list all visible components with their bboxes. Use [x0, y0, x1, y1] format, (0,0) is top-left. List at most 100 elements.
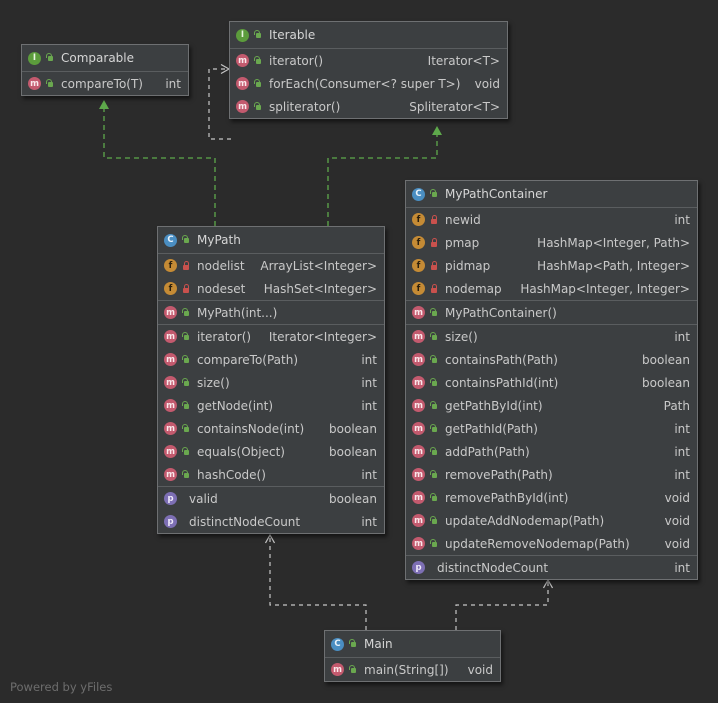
public-visibility-icon — [253, 55, 263, 66]
class-node-mypath[interactable]: C MyPath f nodelist ArrayList<Integer> f nodes… — [157, 226, 385, 534]
method-icon: m — [412, 537, 425, 550]
method-row[interactable]: m compareTo(T) int — [22, 72, 188, 95]
method-icon: m — [164, 445, 177, 458]
method-row[interactable]: m getNode(int) int — [158, 394, 384, 417]
field-row[interactable]: f newid int — [406, 208, 697, 231]
member-name: MyPathContainer() — [445, 305, 557, 320]
edge-main-depends-mypath — [270, 535, 367, 630]
field-row[interactable]: f nodemap HashMap<Integer, Integer> — [406, 277, 697, 300]
public-visibility-icon — [253, 30, 263, 40]
method-row[interactable]: m getPathId(Path) int — [406, 417, 697, 440]
class-node-iterable[interactable]: I Iterable m iterator() Iterator<T> m forEach(… — [229, 21, 508, 119]
private-lock-icon — [429, 260, 439, 271]
method-row[interactable]: m removePathById(int) void — [406, 486, 697, 509]
property-icon: p — [412, 561, 425, 574]
method-icon: m — [164, 468, 177, 481]
interface-icon: I — [236, 28, 249, 42]
method-row[interactable]: m getPathById(int) Path — [406, 394, 697, 417]
method-row[interactable]: m compareTo(Path) int — [158, 348, 384, 371]
method-row[interactable]: m updateRemoveNodemap(Path) void — [406, 532, 697, 555]
method-row[interactable]: m forEach(Consumer<? super T>) void — [230, 72, 507, 95]
edge-main-depends-mypathcontainer — [455, 580, 548, 630]
member-name: nodelist — [197, 258, 245, 273]
method-row[interactable]: m MyPathContainer() — [406, 301, 697, 324]
method-row[interactable]: m MyPath(int...) — [158, 301, 384, 324]
public-visibility-icon — [429, 515, 439, 526]
class-node-comparable[interactable]: I Comparable m compareTo(T) int — [21, 44, 189, 96]
public-visibility-icon — [181, 446, 191, 457]
member-type: int — [674, 560, 690, 575]
field-icon: f — [412, 236, 425, 249]
method-row[interactable]: m hashCode() int — [158, 463, 384, 486]
method-icon: m — [412, 491, 425, 504]
field-row[interactable]: f pmap HashMap<Integer, Path> — [406, 231, 697, 254]
class-header: I Iterable — [230, 22, 507, 49]
method-row[interactable]: m containsPathId(int) boolean — [406, 371, 697, 394]
member-section: m compareTo(T) int — [22, 72, 188, 95]
public-visibility-icon — [181, 331, 191, 342]
member-type: Spliterator<T> — [409, 99, 500, 114]
method-row[interactable]: m containsNode(int) boolean — [158, 417, 384, 440]
member-name: iterator() — [269, 53, 324, 68]
member-section: p valid boolean p distinctNodeCount int — [158, 487, 384, 533]
private-lock-icon — [429, 214, 439, 225]
public-visibility-icon — [429, 331, 439, 342]
class-icon: C — [412, 187, 425, 201]
private-lock-icon — [429, 283, 439, 294]
member-name: nodemap — [445, 281, 502, 296]
method-row[interactable]: m size() int — [406, 325, 697, 348]
private-lock-icon — [181, 283, 191, 294]
public-visibility-icon — [253, 101, 263, 112]
member-name: valid — [189, 491, 218, 506]
public-visibility-icon — [253, 78, 263, 89]
member-name: addPath(Path) — [445, 444, 530, 459]
member-type: int — [674, 467, 690, 482]
method-row[interactable]: m updateAddNodemap(Path) void — [406, 509, 697, 532]
member-type: int — [674, 329, 690, 344]
member-type: void — [474, 76, 500, 91]
property-row[interactable]: p distinctNodeCount int — [158, 510, 384, 533]
member-name: removePathById(int) — [445, 490, 569, 505]
method-row[interactable]: m removePath(Path) int — [406, 463, 697, 486]
class-node-main[interactable]: C Main m main(String[]) void — [324, 630, 501, 682]
public-visibility-icon — [181, 377, 191, 388]
member-type: Iterator<T> — [427, 53, 500, 68]
method-icon: m — [164, 376, 177, 389]
member-name: equals(Object) — [197, 444, 285, 459]
method-row[interactable]: m iterator() Iterator<Integer> — [158, 325, 384, 348]
class-header: C MyPathContainer — [406, 181, 697, 208]
public-visibility-icon — [429, 423, 439, 434]
property-icon: p — [164, 515, 177, 528]
property-row[interactable]: p valid boolean — [158, 487, 384, 510]
method-row[interactable]: m spliterator() Spliterator<T> — [230, 95, 507, 118]
field-row[interactable]: f pidmap HashMap<Path, Integer> — [406, 254, 697, 277]
method-icon: m — [28, 77, 41, 90]
method-row[interactable]: m main(String[]) void — [325, 658, 500, 681]
class-node-mypathcontainer[interactable]: C MyPathContainer f newid int f pmap HashMap<In… — [405, 180, 698, 580]
field-row[interactable]: f nodeset HashSet<Integer> — [158, 277, 384, 300]
method-icon: m — [412, 422, 425, 435]
member-name: getNode(int) — [197, 398, 274, 413]
member-type: Path — [663, 398, 690, 413]
public-visibility-icon — [429, 538, 439, 549]
property-row[interactable]: p distinctNodeCount int — [406, 556, 697, 579]
member-name: distinctNodeCount — [189, 514, 301, 529]
public-visibility-icon — [429, 400, 439, 411]
member-type: int — [165, 76, 181, 91]
member-type: int — [674, 421, 690, 436]
method-icon: m — [412, 306, 425, 319]
method-row[interactable]: m containsPath(Path) boolean — [406, 348, 697, 371]
member-name: containsPath(Path) — [445, 352, 558, 367]
member-type: void — [664, 490, 690, 505]
method-row[interactable]: m equals(Object) boolean — [158, 440, 384, 463]
member-type: boolean — [642, 375, 690, 390]
method-row[interactable]: m iterator() Iterator<T> — [230, 49, 507, 72]
method-row[interactable]: m size() int — [158, 371, 384, 394]
edge-mypath-implements-comparable — [99, 100, 216, 226]
public-visibility-icon — [181, 423, 191, 434]
method-row[interactable]: m addPath(Path) int — [406, 440, 697, 463]
member-section: m MyPath(int...) — [158, 301, 384, 325]
field-row[interactable]: f nodelist ArrayList<Integer> — [158, 254, 384, 277]
member-name: forEach(Consumer<? super T>) — [269, 76, 461, 91]
member-name: iterator() — [197, 329, 252, 344]
